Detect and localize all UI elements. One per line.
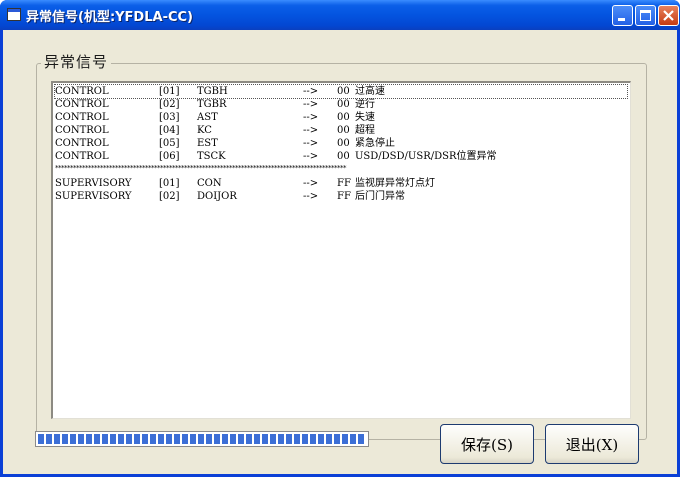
maximize-button[interactable] [635,5,656,26]
app-icon [7,8,21,21]
close-button[interactable] [658,5,679,26]
minimize-icon [618,18,625,21]
group-label: 异常信号 [41,51,112,72]
list-separator: ****************************************… [55,165,347,171]
save-button[interactable]: 保存(S) [440,424,534,464]
window-title: 异常信号(机型:YFDLA-CC) [26,10,193,25]
progress-fill [38,434,366,444]
signal-listbox[interactable]: CONTROL [01] TGBH --> 00 过高速 CONTROL [02] TGBR -… [51,81,631,419]
app-window: 异常信号(机型:YFDLA-CC) 异常信号 CONTROL [01] TGBH --… [0,0,680,477]
close-icon [663,10,674,21]
progress-bar [35,431,369,447]
title-bar[interactable]: 异常信号(机型:YFDLA-CC) [0,0,680,30]
exit-button[interactable]: 退出(X) [545,424,639,464]
maximize-icon [640,10,651,21]
client-area: 异常信号 CONTROL [01] TGBH --> 00 过高速 CONTROL [02]… [3,30,677,474]
list-item[interactable]: CONTROL [01] TGBH --> 00 过高速 [54,84,628,99]
minimize-button[interactable] [612,5,633,26]
